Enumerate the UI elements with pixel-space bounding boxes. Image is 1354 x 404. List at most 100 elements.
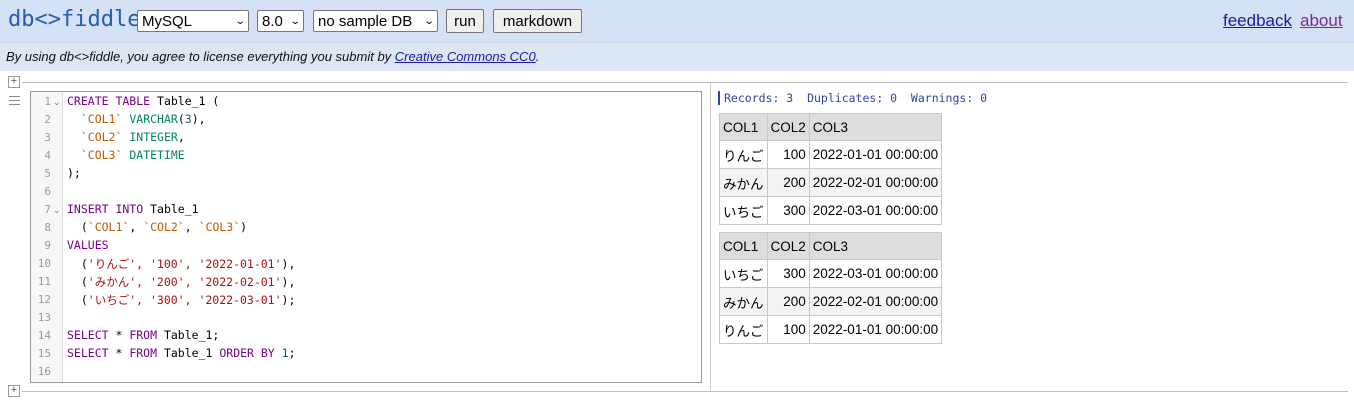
code-token: INSERT INTO — [67, 202, 144, 216]
line-number: 6 — [44, 185, 51, 198]
code-token: `COL3` — [80, 148, 123, 162]
column-header: COL2 — [766, 232, 810, 260]
code-line: ('いちご', '300', '2022-03-01'); — [67, 292, 296, 308]
table-cell: 2022-02-01 00:00:00 — [808, 168, 943, 197]
line-number: 3 — [44, 131, 51, 144]
code-token: VALUES — [67, 238, 109, 252]
db-engine-select[interactable]: MySQL ⌄ — [137, 10, 249, 32]
table-cell: 200 — [766, 287, 810, 316]
code-line: INSERT INTO Table_1 — [67, 202, 205, 216]
code-token: 'いちご', '300', '2022-03-01' — [87, 293, 282, 307]
about-link[interactable]: about — [1300, 11, 1343, 31]
table-cell: 200 — [766, 168, 810, 197]
license-prefix: By using db<>fiddle, you agree to licens… — [6, 49, 395, 64]
table-cell: 2022-02-01 00:00:00 — [808, 287, 943, 316]
sample-db-select[interactable]: no sample DB ⌄ — [313, 10, 438, 32]
code-token: ( — [67, 220, 88, 234]
table-header-row: COL1 COL2 COL3 — [719, 232, 943, 260]
code-token: 'みかん', '200', '2022-02-01' — [87, 275, 282, 289]
code-token: `COL2` — [80, 130, 123, 144]
add-fiddle-top-icon[interactable]: + — [8, 76, 20, 88]
line-number: 11 — [37, 275, 51, 288]
table-row: いちご 300 2022-03-01 00:00:00 — [719, 259, 943, 288]
table-row: みかん 200 2022-02-01 00:00:00 — [719, 168, 943, 197]
line-number: 5 — [44, 167, 51, 180]
table-header-row: COL1 COL2 COL3 — [719, 113, 943, 141]
code-token: ), — [281, 257, 296, 271]
fold-chevron-icon[interactable]: ⌄ — [53, 205, 61, 216]
table-cell: 2022-01-01 00:00:00 — [808, 315, 943, 344]
sql-editor[interactable]: 1 2 3 4 5 6 7 8 9 10 11 12 13 14 15 16 ⌄… — [30, 91, 702, 383]
cc0-link[interactable]: Creative Commons CC0 — [395, 49, 536, 64]
code-token: ( — [67, 275, 88, 289]
code-token: `COL1` — [87, 220, 130, 234]
version-select[interactable]: 8.0 ⌄ — [257, 10, 304, 32]
code-token: ( — [177, 112, 185, 126]
code-line: SELECT * FROM Table_1; — [67, 328, 219, 342]
table-cell: 100 — [766, 315, 810, 344]
panel-divider[interactable] — [710, 83, 711, 391]
code-line: `COL1` VARCHAR(3), — [67, 112, 206, 126]
code-token: ; — [288, 346, 296, 360]
line-number: 15 — [37, 347, 51, 360]
code-line: `COL3` DATETIME — [67, 148, 185, 162]
code-line: CREATE TABLE Table_1 ( — [67, 94, 219, 108]
code-token: ); — [281, 293, 296, 307]
column-header: COL3 — [808, 113, 943, 141]
license-bar: By using db<>fiddle, you agree to licens… — [0, 42, 1354, 71]
table-row: りんご 100 2022-01-01 00:00:00 — [719, 140, 943, 169]
line-number: 2 — [44, 113, 51, 126]
table-cell: 2022-03-01 00:00:00 — [808, 259, 943, 288]
code-token: Table_1; — [157, 328, 220, 342]
code-line: ('りんご', '100', '2022-01-01'), — [67, 256, 296, 272]
code-token: Table_1 ( — [150, 94, 220, 108]
bottom-divider — [22, 391, 1348, 392]
code-token: ( — [67, 257, 88, 271]
table-cell: 300 — [766, 259, 810, 288]
fold-chevron-icon[interactable]: ⌄ — [53, 97, 61, 108]
code-token: INTEGER — [129, 130, 178, 144]
column-header: COL2 — [766, 113, 810, 141]
code-line: VALUES — [67, 238, 109, 252]
code-token: `COL1` — [80, 112, 123, 126]
header-bar: db<>fiddle MySQL ⌄ 8.0 ⌄ no sample DB ⌄ … — [0, 0, 1354, 42]
run-button[interactable]: run — [446, 9, 484, 33]
chevron-down-icon: ⌄ — [289, 15, 301, 27]
app-logo[interactable]: db<>fiddle — [8, 7, 140, 32]
line-number: 1 — [44, 95, 51, 108]
column-header: COL1 — [719, 113, 768, 141]
code-token: ), — [191, 112, 206, 126]
code-token: ), — [281, 275, 296, 289]
result-table-1: COL1 COL2 COL3 りんご 100 2022-01-01 00:00:… — [719, 113, 943, 225]
line-number: 13 — [37, 311, 51, 324]
code-token: 3 — [184, 112, 192, 126]
line-number: 8 — [44, 221, 51, 234]
code-token: , — [129, 220, 144, 234]
feedback-link[interactable]: feedback — [1223, 11, 1292, 31]
code-line: ('みかん', '200', '2022-02-01'), — [67, 274, 296, 290]
table-row: りんご 100 2022-01-01 00:00:00 — [719, 315, 943, 344]
line-number: 16 — [37, 365, 51, 378]
table-cell: 100 — [766, 140, 810, 169]
line-number: 12 — [37, 293, 51, 306]
menu-icon[interactable] — [9, 96, 20, 105]
code-token: 1 — [281, 346, 289, 360]
code-token: ); — [67, 166, 81, 180]
table-cell: いちご — [719, 196, 768, 225]
code-token: , — [184, 220, 199, 234]
line-number-gutter: 1 2 3 4 5 6 7 8 9 10 11 12 13 14 15 16 ⌄… — [31, 92, 63, 382]
column-header: COL1 — [719, 232, 768, 260]
line-number: 7 — [44, 203, 51, 216]
table-cell: 2022-01-01 00:00:00 — [808, 140, 943, 169]
markdown-button[interactable]: markdown — [493, 9, 582, 33]
code-token: 'りんご', '100', '2022-01-01' — [87, 257, 282, 271]
line-number: 10 — [37, 257, 51, 270]
table-cell: みかん — [719, 287, 768, 316]
add-fiddle-bottom-icon[interactable]: + — [8, 385, 20, 397]
top-divider — [22, 82, 1348, 83]
code-token: * — [108, 328, 130, 342]
code-line: (`COL1`, `COL2`, `COL3`) — [67, 220, 247, 234]
